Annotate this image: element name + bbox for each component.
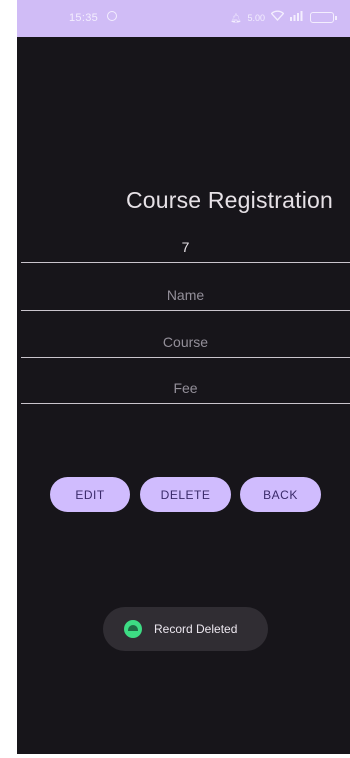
fee-input[interactable] xyxy=(21,372,350,403)
fee-field[interactable] xyxy=(21,372,350,404)
battery-icon xyxy=(310,12,337,23)
status-time: 15:35 xyxy=(69,12,99,24)
course-input[interactable] xyxy=(21,326,350,357)
id-field[interactable] xyxy=(21,231,350,263)
id-input[interactable] xyxy=(21,231,350,262)
android-app-icon xyxy=(124,620,142,638)
whatsapp-icon xyxy=(107,11,117,21)
signal-icon xyxy=(290,10,304,25)
toast-message: Record Deleted xyxy=(154,622,238,636)
data-speed-icon: 5.00 xyxy=(247,12,265,23)
course-field[interactable] xyxy=(21,326,350,358)
wifi-icon xyxy=(270,10,285,25)
back-button[interactable]: BACK xyxy=(240,477,321,512)
status-icons: 🔔︎ 5.00 xyxy=(230,10,337,25)
status-bar: 15:35 🔔︎ 5.00 xyxy=(17,0,350,37)
name-input[interactable] xyxy=(21,279,350,310)
app-screen: 15:35 🔔︎ 5.00 Course Registration EDIT D… xyxy=(17,0,350,754)
name-field[interactable] xyxy=(21,279,350,311)
delete-button[interactable]: DELETE xyxy=(140,477,231,512)
edit-button[interactable]: EDIT xyxy=(50,477,130,512)
bell-icon: 🔔︎ xyxy=(230,12,242,23)
page-title: Course Registration xyxy=(125,187,333,213)
toast-notification: Record Deleted xyxy=(103,607,268,651)
